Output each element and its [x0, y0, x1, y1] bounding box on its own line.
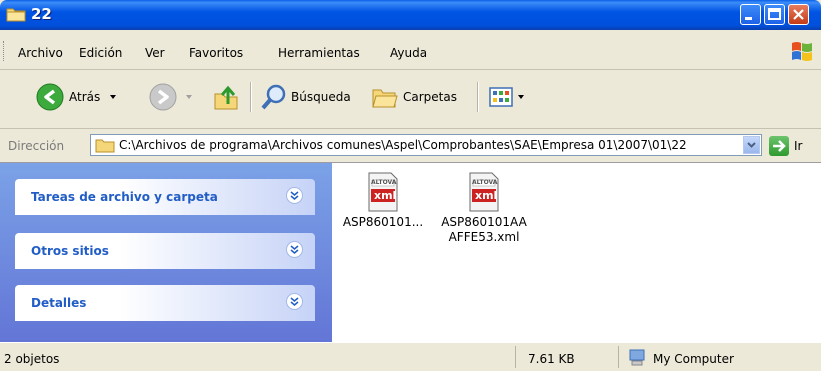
- folders-icon: [372, 89, 398, 108]
- task-section-label: Otros sitios: [31, 244, 109, 258]
- views-icon: [489, 87, 513, 107]
- toolbar-separator: [477, 82, 479, 112]
- computer-icon: [629, 349, 645, 366]
- address-dropdown-button[interactable]: [743, 136, 760, 154]
- go-label[interactable]: Ir: [794, 139, 802, 153]
- back-arrow-icon: [36, 83, 64, 111]
- status-object-count: 2 objetos: [4, 352, 60, 366]
- window-title: 22: [31, 5, 52, 23]
- forward-arrow-icon: [149, 83, 177, 111]
- xml-file-icon: ALTOVA xml: [367, 172, 399, 212]
- task-section-other-places[interactable]: Otros sitios: [15, 233, 315, 269]
- explorer-window: 22 Archivo Edición Ver Favoritos Herrami…: [0, 0, 821, 371]
- minimize-icon: [745, 17, 752, 20]
- address-path: C:\Archivos de programa\Archivos comunes…: [119, 138, 687, 152]
- altova-label: ALTOVA: [371, 179, 397, 186]
- folders-label: Carpetas: [403, 90, 457, 104]
- maximize-button[interactable]: [764, 4, 785, 25]
- status-size: 7.61 KB: [528, 352, 575, 366]
- file-name: ASP860101...: [342, 215, 424, 229]
- status-location: My Computer: [653, 352, 734, 366]
- back-label: Atrás: [69, 90, 101, 104]
- search-label: Búsqueda: [291, 90, 351, 104]
- windows-logo-icon: [792, 42, 812, 61]
- address-label: Dirección: [8, 139, 65, 153]
- title-bar[interactable]: 22: [0, 0, 821, 30]
- maximize-icon: [768, 8, 781, 20]
- task-section-details[interactable]: Detalles: [15, 285, 315, 321]
- file-name-line1: ASP860101AA: [441, 215, 527, 229]
- search-icon: [261, 84, 286, 110]
- menu-edicion[interactable]: Edición: [79, 46, 122, 60]
- menu-archivo[interactable]: Archivo: [18, 46, 63, 60]
- close-icon: [793, 9, 804, 20]
- folder-icon: [6, 8, 26, 22]
- xml-badge: xml: [374, 189, 397, 202]
- xml-badge: xml: [475, 189, 498, 202]
- address-bar: Dirección C:\Archivos de programa\Archiv…: [0, 129, 821, 162]
- minimize-button[interactable]: [740, 4, 761, 25]
- content-area: Tareas de archivo y carpeta Otros sitios…: [0, 162, 821, 343]
- folders-button[interactable]: Carpetas: [371, 78, 457, 116]
- status-bar: 2 objetos 7.61 KB My Computer: [0, 342, 821, 371]
- search-button[interactable]: Búsqueda: [259, 78, 351, 116]
- dropdown-arrow-icon[interactable]: [516, 92, 526, 102]
- dropdown-arrow-icon[interactable]: [108, 92, 120, 102]
- chevron-down-icon[interactable]: [286, 293, 303, 310]
- menu-favoritos[interactable]: Favoritos: [189, 46, 243, 60]
- menu-bar: Archivo Edición Ver Favoritos Herramient…: [0, 30, 821, 70]
- close-button[interactable]: [788, 4, 809, 25]
- task-pane: Tareas de archivo y carpeta Otros sitios…: [0, 163, 332, 343]
- menu-herramientas[interactable]: Herramientas: [278, 46, 360, 60]
- menu-ver[interactable]: Ver: [145, 46, 165, 60]
- status-divider: [515, 346, 516, 368]
- menu-ayuda[interactable]: Ayuda: [390, 46, 427, 60]
- chevron-down-icon: [747, 142, 756, 148]
- up-folder-button[interactable]: [213, 78, 241, 116]
- task-section-file-folder[interactable]: Tareas de archivo y carpeta: [15, 179, 315, 215]
- file-item[interactable]: ALTOVA xml ASP860101AA AFFE53.xml: [437, 172, 531, 244]
- forward-button[interactable]: [148, 78, 196, 116]
- chevron-down-icon[interactable]: [286, 241, 303, 258]
- address-field[interactable]: C:\Archivos de programa\Archivos comunes…: [90, 134, 762, 156]
- chevron-down-icon[interactable]: [286, 187, 303, 204]
- task-section-label: Tareas de archivo y carpeta: [31, 190, 218, 204]
- folder-icon: [95, 139, 115, 153]
- file-name-line2: AFFE53.xml: [448, 230, 520, 244]
- standard-toolbar: Atrás Búsqueda Carpetas: [0, 70, 821, 129]
- menu-grip: [3, 41, 6, 61]
- back-button[interactable]: Atrás: [35, 78, 120, 116]
- dropdown-arrow-icon[interactable]: [184, 92, 196, 102]
- go-arrow-icon: [773, 140, 786, 152]
- xml-file-icon: ALTOVA xml: [468, 172, 500, 212]
- up-folder-icon: [214, 85, 238, 110]
- status-divider: [618, 346, 619, 368]
- altova-label: ALTOVA: [472, 179, 498, 186]
- views-button[interactable]: [488, 78, 526, 116]
- toolbar-separator: [250, 82, 252, 112]
- task-section-label: Detalles: [31, 296, 87, 310]
- go-button[interactable]: [769, 136, 789, 156]
- file-item[interactable]: ALTOVA xml ASP860101...: [339, 172, 427, 229]
